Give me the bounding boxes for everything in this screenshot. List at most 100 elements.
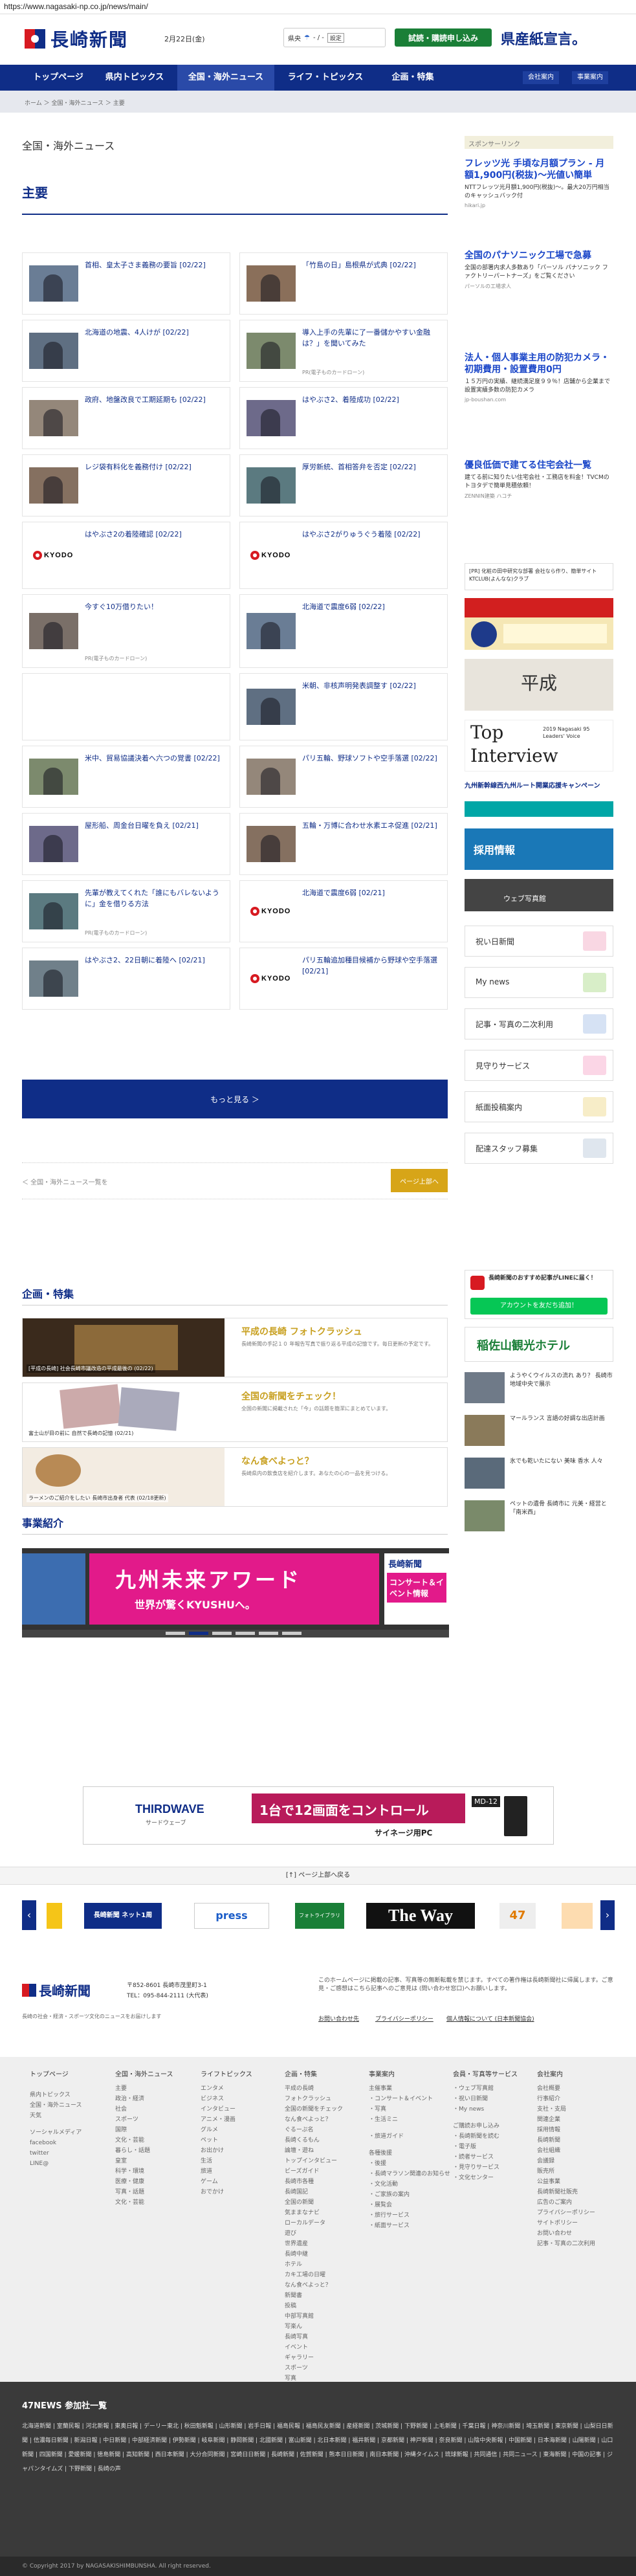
footer-link[interactable]: 採用情報: [537, 2125, 615, 2135]
footer-column-head[interactable]: 企画・特集: [285, 2069, 362, 2078]
carousel-item-1[interactable]: [47, 1903, 62, 1929]
side-news-item[interactable]: ペットの遺骨 長崎市に 元美・経営と「南米西」: [465, 1498, 613, 1538]
footer-column-head[interactable]: 事業案内: [369, 2069, 446, 2078]
footer-link[interactable]: 長崎市各種: [285, 2177, 362, 2187]
footer-link[interactable]: 遊び: [285, 2228, 362, 2239]
footer-link[interactable]: 写楽ん: [285, 2322, 362, 2332]
nav-business[interactable]: 事業案内: [572, 71, 608, 84]
news-card[interactable]: パリ五輪、野球ソフトや空手落選 [02/22]: [239, 746, 448, 808]
footer-link[interactable]: 長崎くるもん: [285, 2135, 362, 2146]
hotel-banner[interactable]: 稲佐山観光ホテル: [465, 1327, 613, 1362]
side-news-item[interactable]: ようやくウイルスの流れ あり？ 長崎市地域中央で展示: [465, 1370, 613, 1410]
news-card[interactable]: 政府、地盤改良で工期延期も [02/22]: [22, 387, 230, 449]
footer-link[interactable]: ・電子版: [453, 2142, 531, 2152]
footer-link[interactable]: 会社組織: [537, 2146, 615, 2156]
footer-link[interactable]: 暮らし・話題: [115, 2146, 193, 2156]
header-banner[interactable]: 県産紙宣言。: [501, 27, 617, 49]
news-card[interactable]: 導入上手の先輩に了一番儲かやすい金融は？」を聞いてみた PR(電子ものカードローン…: [239, 320, 448, 382]
footer-link[interactable]: 生活: [201, 2156, 278, 2166]
footer-link[interactable]: twitter: [30, 2148, 107, 2159]
side-news-item[interactable]: 氷でも乾いたにない 美味 香水 人々: [465, 1455, 613, 1495]
footer-link[interactable]: ローカルデータ: [285, 2218, 362, 2228]
footer-link[interactable]: インタビュー: [201, 2104, 278, 2115]
47news-links[interactable]: 北海道新聞 | 室蘭民報 | 河北新報 | 東奥日報 | デーリー東北 | 秋田…: [22, 2419, 617, 2476]
footer-column-head[interactable]: 会社案内: [537, 2069, 615, 2078]
footer-link[interactable]: 主要: [115, 2083, 193, 2094]
news-card[interactable]: KYODO パリ五輪追加種目候補から野球や空手落選 [02/21]: [239, 948, 448, 1010]
sidebar-btn-submit[interactable]: 紙面投稿案内: [465, 1091, 613, 1122]
footer-link[interactable]: スポーツ: [285, 2363, 362, 2373]
shashin-banner[interactable]: ウェブ写真館: [465, 879, 613, 911]
footer-link[interactable]: ゲーム: [201, 2177, 278, 2187]
footer-link[interactable]: ・見守りサービス: [453, 2162, 531, 2173]
pager-dot[interactable]: [166, 1632, 185, 1635]
feature-newscheck[interactable]: 富士山が目の前に 自然で長崎の記憶 (02/21) 全国の新聞をチェック！ 全国…: [22, 1382, 448, 1442]
footer-link[interactable]: 政治・経済: [115, 2094, 193, 2104]
footer-link[interactable]: 論壇・遊ね: [285, 2146, 362, 2156]
footer-link[interactable]: 国際: [115, 2125, 193, 2135]
footer-link[interactable]: 長崎新聞社販売: [537, 2187, 615, 2197]
carousel-item-5[interactable]: The Way: [366, 1903, 475, 1929]
interview-banner[interactable]: Top Interview 2019 Nagasaki 95 Leaders' …: [465, 720, 613, 772]
slide-main[interactable]: 九州未来アワード 世界が驚くKYUSHUへ。: [89, 1553, 379, 1625]
footer-link-contact[interactable]: お問い合わせ先: [318, 2014, 359, 2023]
footer-link[interactable]: エンタメ: [201, 2083, 278, 2094]
sidebar-btn-watch[interactable]: 見守りサービス: [465, 1050, 613, 1081]
footer-link[interactable]: 公益事業: [537, 2177, 615, 2187]
sponsor-ad-3[interactable]: 法人・個人事業主用の防犯カメラ・初期費用・設置費用0円 １５万円の実績、継続満足…: [465, 352, 613, 403]
footer-link[interactable]: トップインタビュー: [285, 2156, 362, 2166]
slide-right[interactable]: 長崎新聞 コンサート＆イベント情報: [384, 1553, 449, 1625]
footer-link[interactable]: ・My news: [453, 2104, 531, 2115]
footer-link[interactable]: ・写真: [369, 2104, 446, 2115]
sidebar-btn-mynews[interactable]: My news: [465, 967, 613, 998]
weather-widget[interactable]: 県央 ☂ - / - 設定: [283, 28, 386, 47]
conan-banner[interactable]: [465, 598, 613, 650]
nav-top[interactable]: トップページ: [25, 65, 92, 91]
footer-link[interactable]: ・祝い日新聞: [453, 2094, 531, 2104]
footer-logo[interactable]: 長崎新聞: [22, 1981, 91, 1999]
page-top-button[interactable]: ページ上部へ: [391, 1169, 448, 1192]
footer-link[interactable]: プライバシーポリシー: [537, 2208, 615, 2218]
trial-subscribe-button[interactable]: 試読・購読申し込み: [395, 28, 492, 47]
event-slider[interactable]: 九州未来アワード 世界が驚くKYUSHUへ。 長崎新聞 コンサート＆イベント情報: [22, 1548, 449, 1638]
nav-life-topics[interactable]: ライフ・トピックス: [277, 65, 374, 91]
news-card[interactable]: 北海道で震度6弱 [02/22]: [239, 594, 448, 668]
news-card[interactable]: 先輩が教えてくれた「誰にもバレないように」金を借りる方法 PR(電子ものカードロー…: [22, 880, 230, 942]
footer-link[interactable]: グルメ: [201, 2125, 278, 2135]
carousel-item-4[interactable]: フォトライブラリ: [295, 1903, 344, 1929]
footer-link[interactable]: 支社・支局: [537, 2104, 615, 2115]
footer-column-head[interactable]: トップページ: [30, 2069, 107, 2078]
news-card[interactable]: 北海道の地震、4人けが [02/22]: [22, 320, 230, 382]
footer-link[interactable]: 関連企業: [537, 2115, 615, 2125]
carousel-item-3[interactable]: press: [194, 1903, 269, 1929]
footer-link[interactable]: 天気: [30, 2111, 107, 2121]
pager-dot[interactable]: [259, 1632, 278, 1635]
footer-link[interactable]: ギャラリー: [285, 2353, 362, 2363]
footer-link[interactable]: ・文化活動: [369, 2179, 446, 2190]
pager-dot-active[interactable]: [189, 1632, 208, 1635]
footer-link[interactable]: 皇室: [115, 2156, 193, 2166]
footer-link[interactable]: なん食べよっと？: [285, 2280, 362, 2291]
footer-link[interactable]: ・紙面サービス: [369, 2221, 446, 2231]
page-top-bar[interactable]: [↑] ページ上部へ戻る: [0, 1867, 636, 1885]
breadcrumb[interactable]: ホーム ＞ 全国・海外ニュース ＞ 主要: [25, 98, 125, 107]
footer-link[interactable]: お出かけ: [201, 2146, 278, 2156]
slide-left[interactable]: [22, 1553, 85, 1625]
footer-link[interactable]: イベント: [285, 2342, 362, 2353]
footer-link[interactable]: 科学・環境: [115, 2166, 193, 2177]
footer-link[interactable]: ・旅行サービス: [369, 2210, 446, 2221]
footer-link[interactable]: 世界遺産: [285, 2239, 362, 2249]
footer-link[interactable]: 主催事業: [369, 2083, 446, 2094]
news-card[interactable]: KYODO はやぶさ2の着陸確認 [02/22]: [22, 522, 230, 589]
sidebar-btn-staff[interactable]: 配達スタッフ募集: [465, 1133, 613, 1164]
news-card[interactable]: KYODO 北海道で震度6弱 [02/21]: [239, 880, 448, 942]
site-logo[interactable]: 長崎新聞: [25, 26, 128, 52]
side-news-item[interactable]: マールランス 言語の好調な出店計画: [465, 1412, 613, 1452]
footer-column-head[interactable]: 全国・海外ニュース: [115, 2069, 193, 2078]
footer-link[interactable]: ・読者サービス: [453, 2152, 531, 2162]
footer-link[interactable]: 行事紹介: [537, 2094, 615, 2104]
footer-column-head[interactable]: 会員・写真等サービス: [453, 2069, 531, 2078]
footer-link[interactable]: ・長崎新聞を読む: [453, 2131, 531, 2142]
footer-link[interactable]: カキ工場の日曜: [285, 2270, 362, 2280]
footer-link[interactable]: ぐるーぷ名: [285, 2125, 362, 2135]
